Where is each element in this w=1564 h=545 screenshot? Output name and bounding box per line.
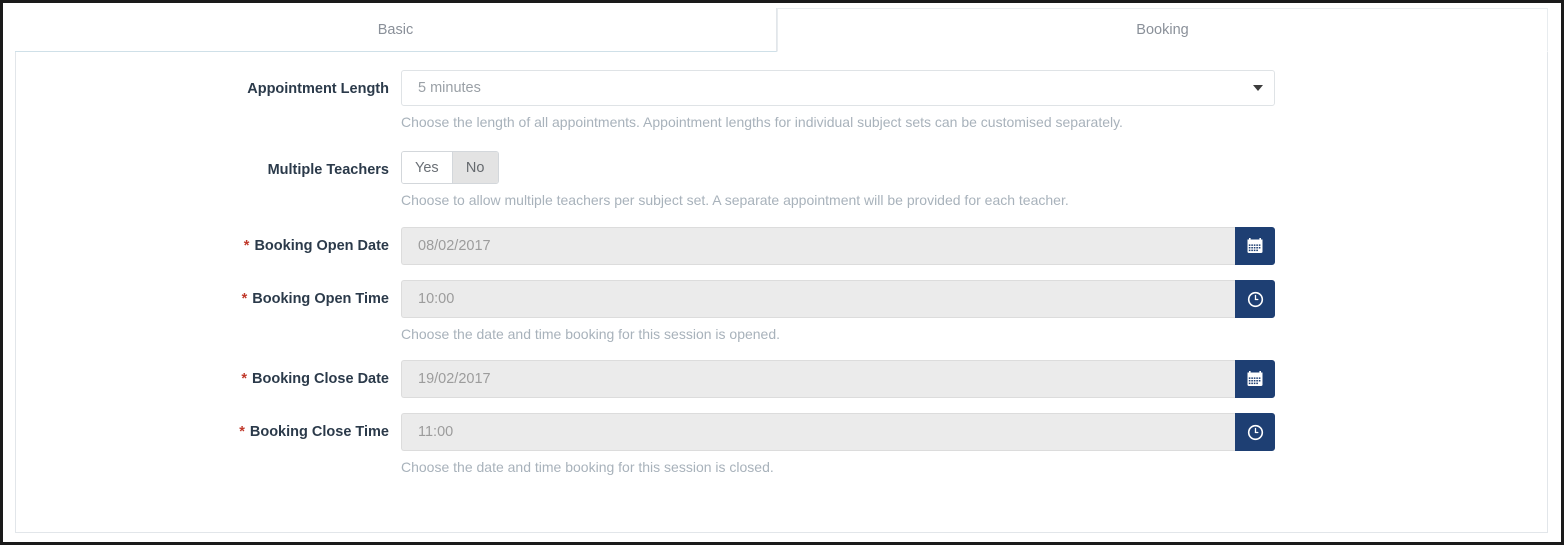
- multiple-teachers-help: Choose to allow multiple teachers per su…: [401, 192, 1069, 208]
- booking-open-date-calendar-button[interactable]: [1235, 227, 1275, 265]
- required-marker: *: [239, 424, 245, 440]
- tab-basic-label: Basic: [377, 21, 414, 38]
- row-appointment-length: Appointment Length 5 minutes Choose the …: [15, 70, 1548, 131]
- booking-close-date-label-text: Booking Close Date: [252, 371, 389, 387]
- appointment-length-label: Appointment Length: [247, 81, 389, 97]
- booking-open-date-control: 08/02/2017: [401, 227, 1275, 265]
- tab-basic[interactable]: Basic: [15, 8, 777, 52]
- booking-close-date-label: * Booking Close Date: [15, 360, 401, 398]
- multiple-teachers-label: Multiple Teachers: [267, 162, 389, 178]
- row-booking-close-date: * Booking Close Date 19/02/2017: [15, 360, 1548, 398]
- row-multiple-teachers: Multiple Teachers Yes No Choose to allow…: [15, 151, 1548, 209]
- booking-close-date-input-group: 19/02/2017: [401, 360, 1275, 398]
- clock-icon: [1247, 291, 1263, 307]
- booking-open-time-control: 10:00 Choose the date and time booking f…: [401, 280, 1275, 343]
- booking-open-date-input-group: 08/02/2017: [401, 227, 1275, 265]
- multiple-teachers-control: Yes No Choose to allow multiple teachers…: [401, 151, 1069, 209]
- booking-open-date-label-text: Booking Open Date: [254, 238, 389, 254]
- booking-open-time-input-group: 10:00: [401, 280, 1275, 318]
- required-marker: *: [243, 238, 250, 254]
- tab-bar: Basic Booking: [15, 8, 1548, 52]
- tab-booking-label: Booking: [1136, 22, 1189, 38]
- multiple-teachers-no-button[interactable]: No: [451, 152, 498, 183]
- row-booking-open-date: * Booking Open Date 08/02/2017: [15, 227, 1548, 265]
- booking-close-time-input[interactable]: 11:00: [401, 413, 1235, 451]
- booking-open-time-label-text: Booking Open Time: [252, 291, 389, 307]
- booking-close-date-control: 19/02/2017: [401, 360, 1275, 398]
- booking-open-date-label: * Booking Open Date: [15, 227, 401, 265]
- booking-settings-form: Appointment Length 5 minutes Choose the …: [15, 52, 1548, 476]
- appointment-length-select-wrap: 5 minutes: [401, 70, 1275, 106]
- booking-close-date-calendar-button[interactable]: [1235, 360, 1275, 398]
- booking-open-help: Choose the date and time booking for thi…: [401, 326, 781, 342]
- calendar-icon: [1247, 371, 1263, 386]
- required-marker: *: [241, 291, 248, 307]
- row-booking-open-time: * Booking Open Time 10:00 Choose the dat…: [15, 280, 1548, 343]
- booking-close-date-input[interactable]: 19/02/2017: [401, 360, 1235, 398]
- multiple-teachers-yes-button[interactable]: Yes: [402, 152, 452, 183]
- multiple-teachers-toggle: Yes No: [401, 151, 499, 184]
- booking-close-time-clock-button[interactable]: [1235, 413, 1275, 451]
- booking-close-time-input-group: 11:00: [401, 413, 1275, 451]
- booking-open-time-label: * Booking Open Time: [15, 280, 401, 318]
- booking-close-time-label: * Booking Close Time: [15, 413, 401, 451]
- booking-open-date-input[interactable]: 08/02/2017: [401, 227, 1235, 265]
- required-marker: *: [241, 371, 247, 387]
- booking-open-time-clock-button[interactable]: [1235, 280, 1275, 318]
- booking-close-help: Choose the date and time booking for thi…: [401, 459, 774, 475]
- tab-booking[interactable]: Booking: [777, 8, 1548, 52]
- browser-window: Basic Booking Appointment Length 5 minut…: [0, 0, 1564, 545]
- appointment-length-select[interactable]: 5 minutes: [401, 70, 1275, 106]
- appointment-length-control: 5 minutes Choose the length of all appoi…: [401, 70, 1275, 131]
- booking-close-time-control: 11:00 Choose the date and time booking f…: [401, 413, 1275, 476]
- calendar-icon: [1247, 238, 1263, 253]
- row-booking-close-time: * Booking Close Time 11:00 Choose the da…: [15, 413, 1548, 476]
- appointment-length-help: Choose the length of all appointments. A…: [401, 114, 1123, 130]
- clock-icon: [1247, 424, 1263, 440]
- booking-close-time-label-text: Booking Close Time: [249, 424, 389, 440]
- booking-open-time-input[interactable]: 10:00: [401, 280, 1235, 318]
